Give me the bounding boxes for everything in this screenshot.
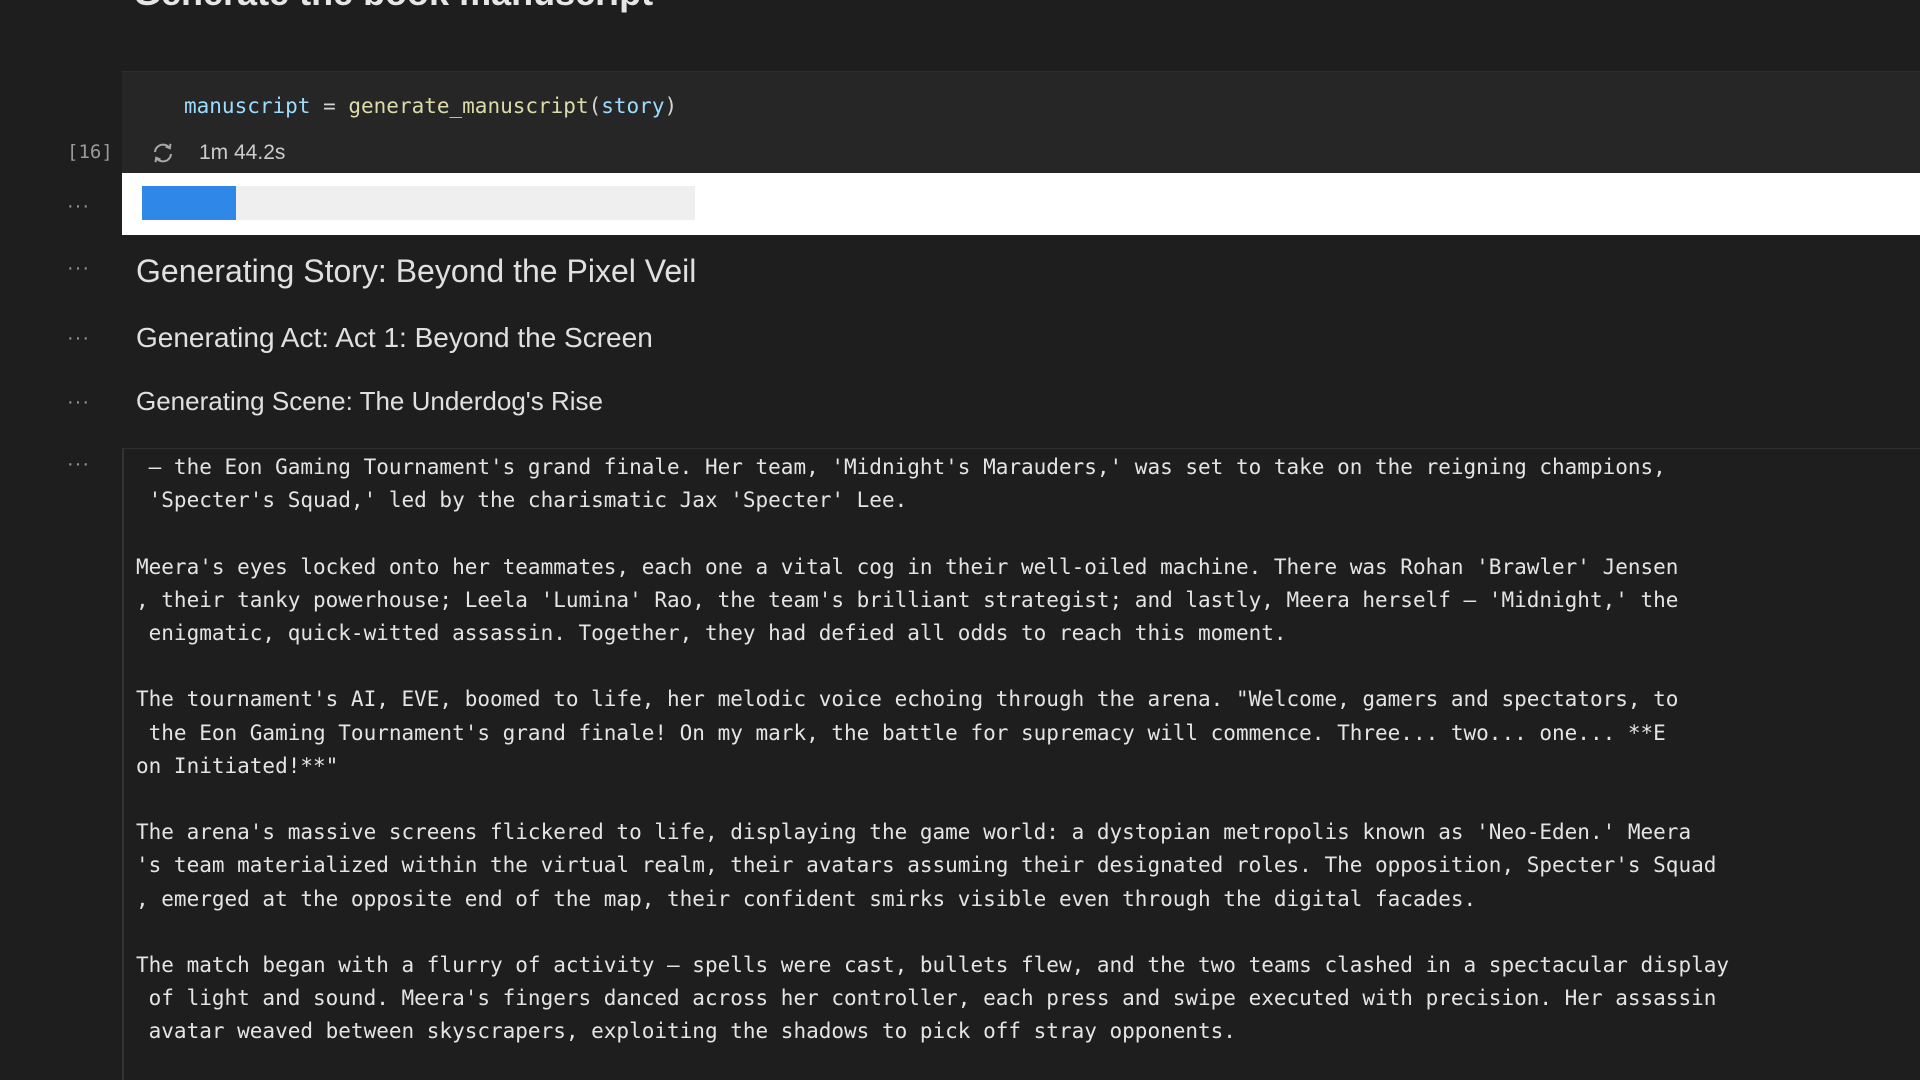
text-line: the Eon Gaming Tournament's grand finale… — [136, 720, 1666, 745]
text-line: avatar weaved between skyscrapers, explo… — [136, 1019, 1236, 1044]
spinner-icon — [150, 140, 176, 166]
code-operator: = — [310, 94, 349, 118]
text-line: The match began with a flurry of activit… — [136, 953, 1730, 978]
text-line: enigmatic, quick-witted assassin. Togeth… — [136, 621, 1287, 646]
code-open-paren: ( — [588, 94, 602, 118]
output-collapse-toggle[interactable]: ··· — [67, 392, 97, 412]
code-function: generate_manuscript — [348, 94, 589, 118]
notebook-page: Generate the book manuscript manuscript … — [0, 0, 1920, 1080]
code-argument: story — [601, 94, 665, 118]
text-line: 's team materialized within the virtual … — [136, 853, 1717, 878]
text-line: on Initiated!**" — [136, 753, 339, 778]
text-line: — the Eon Gaming Tournament's grand fina… — [136, 455, 1666, 479]
execution-time: 1m 44.2s — [199, 141, 286, 164]
progress-bar-fill — [142, 186, 236, 220]
text-output[interactable]: — the Eon Gaming Tournament's grand fina… — [122, 448, 1920, 1080]
code-editor[interactable]: manuscript = generate_manuscript(story) — [184, 94, 677, 118]
text-line: 'Specter's Squad,' led by the charismati… — [136, 488, 908, 513]
section-heading: Generate the book manuscript — [133, 0, 653, 14]
output-collapse-toggle[interactable]: ··· — [67, 328, 97, 348]
output-collapse-toggle[interactable]: ··· — [67, 258, 97, 278]
output-collapse-toggle[interactable]: ··· — [67, 196, 97, 216]
progress-output — [122, 173, 1920, 235]
scene-status: Generating Scene: The Underdog's Rise — [136, 386, 603, 416]
progress-bar — [142, 186, 695, 220]
story-status: Generating Story: Beyond the Pixel Veil — [136, 253, 697, 289]
code-variable: manuscript — [184, 94, 311, 118]
text-line: Meera's eyes locked onto her teammates, … — [136, 554, 1679, 579]
code-close-paren: ) — [664, 94, 678, 118]
act-status: Generating Act: Act 1: Beyond the Screen — [136, 322, 653, 353]
execution-count: [16] — [67, 141, 113, 163]
text-line: The tournament's AI, EVE, boomed to life… — [136, 687, 1679, 712]
text-line: of light and sound. Meera's fingers danc… — [136, 986, 1717, 1011]
code-cell[interactable]: manuscript = generate_manuscript(story) — [122, 71, 1920, 174]
text-line: , emerged at the opposite end of the map… — [136, 886, 1477, 911]
text-line: The arena's massive screens flickered to… — [136, 820, 1692, 845]
manuscript-text: — the Eon Gaming Tournament's grand fina… — [136, 451, 1729, 1049]
output-collapse-toggle[interactable]: ··· — [67, 454, 97, 474]
text-line: , their tanky powerhouse; Leela 'Lumina'… — [136, 587, 1679, 612]
